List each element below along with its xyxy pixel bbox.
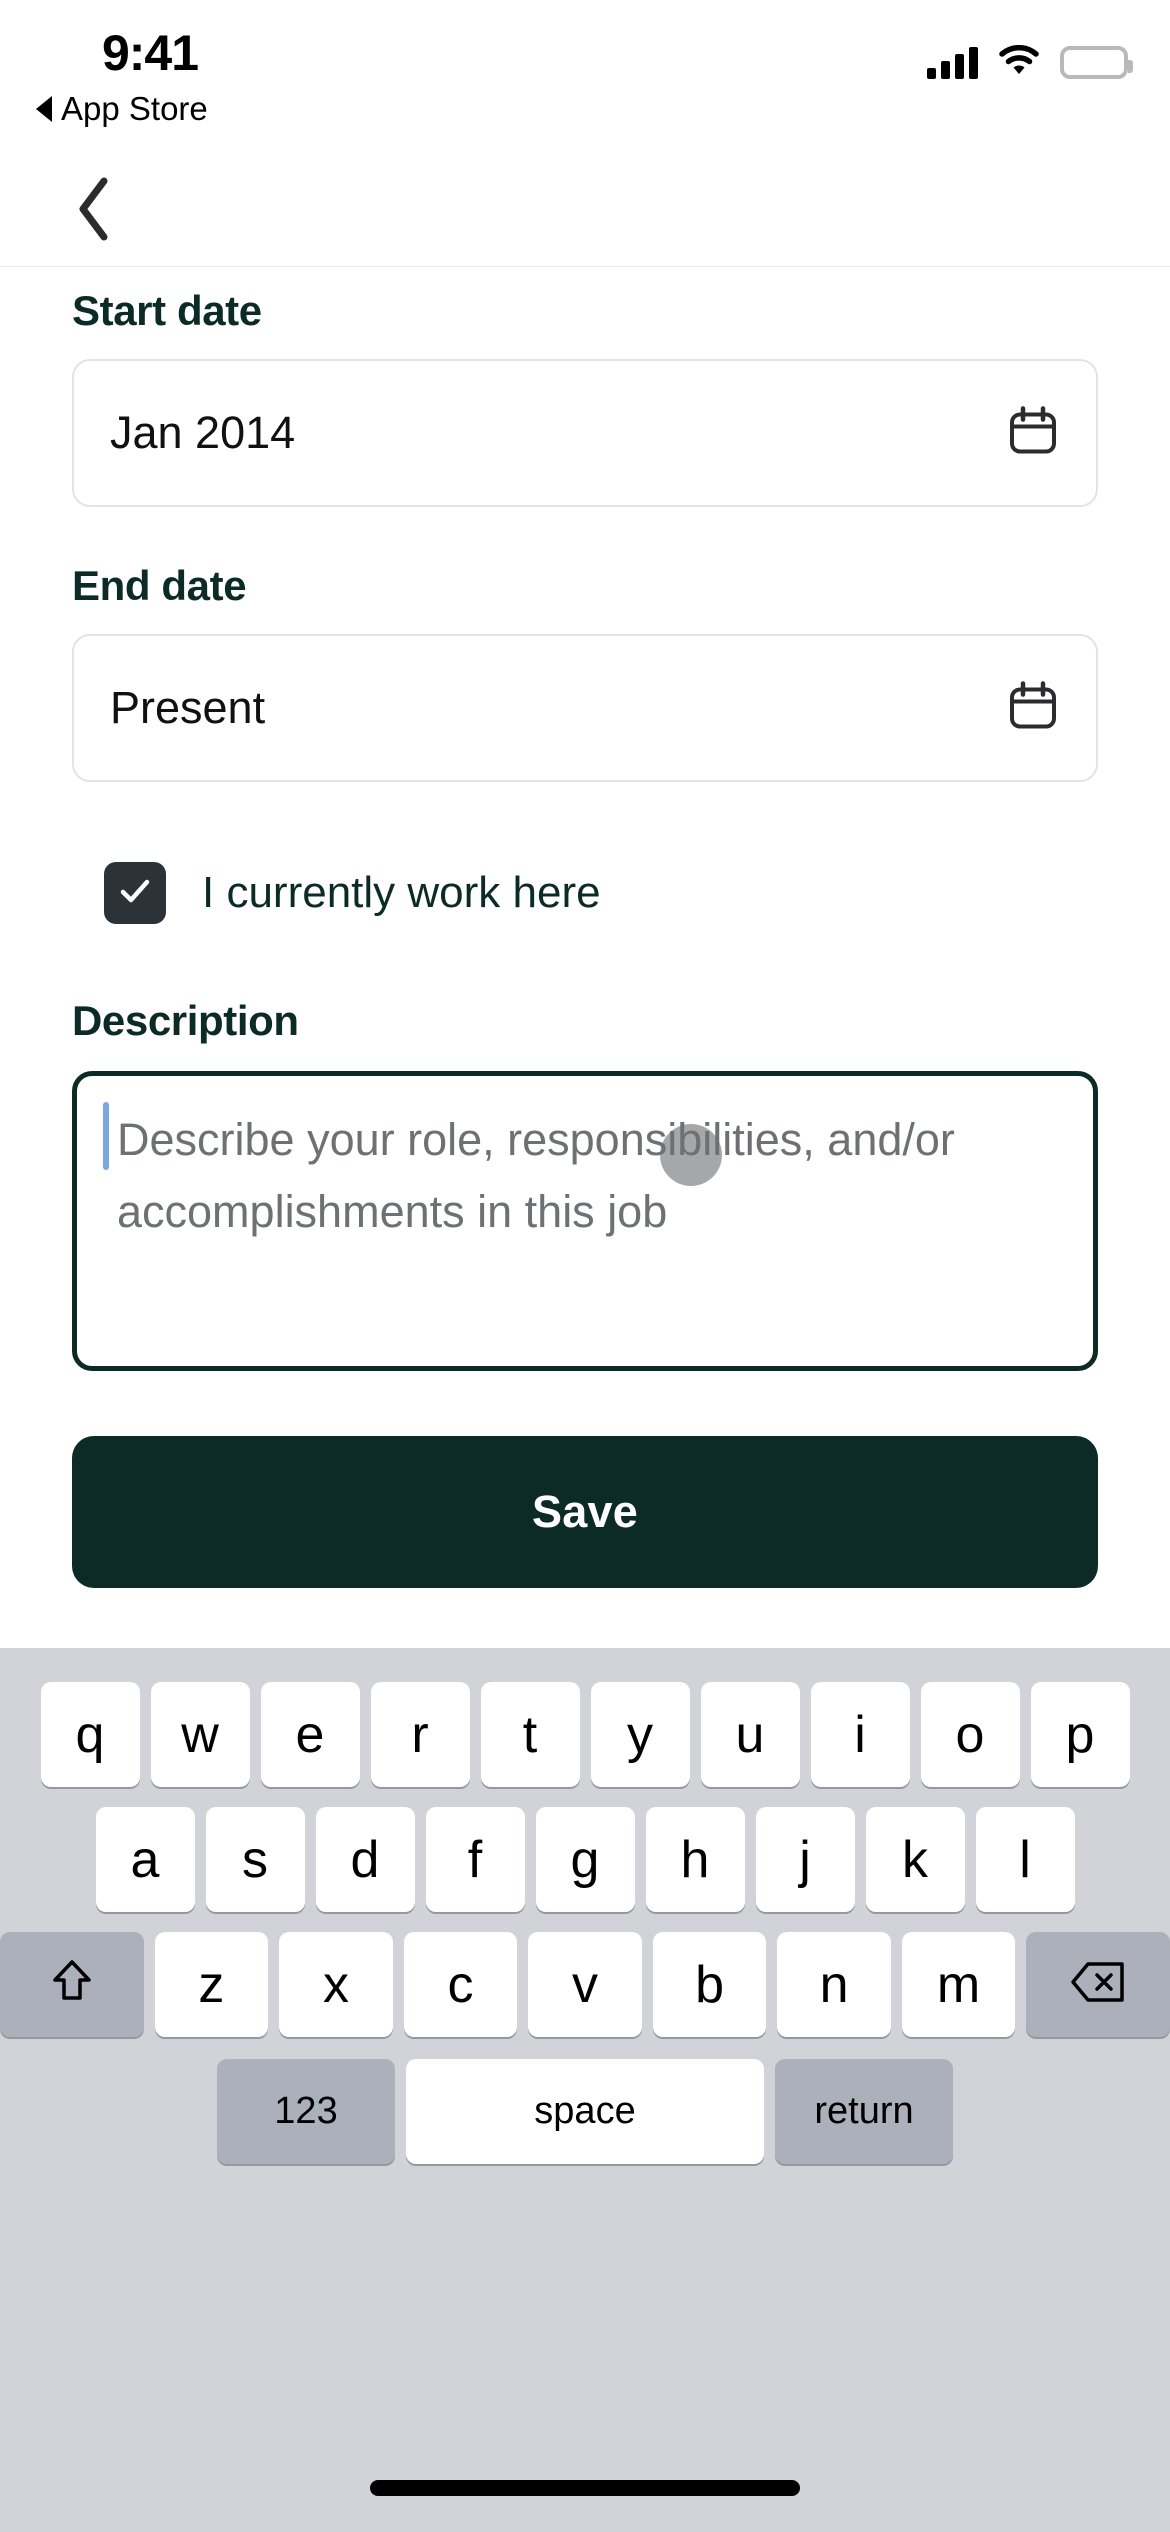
key-x[interactable]: x: [279, 1932, 393, 2037]
key-b[interactable]: b: [652, 1932, 767, 2037]
key-o[interactable]: o: [920, 1682, 1020, 1787]
status-back-to-app-store[interactable]: App Store: [36, 90, 208, 128]
start-date-input[interactable]: Jan 2014: [72, 359, 1098, 507]
status-back-app-label: App Store: [61, 90, 208, 127]
key-t[interactable]: t: [480, 1682, 580, 1787]
home-indicator[interactable]: [370, 2480, 800, 2496]
numbers-key[interactable]: 123: [217, 2059, 395, 2164]
key-d[interactable]: d: [315, 1807, 415, 1912]
phone-screen: 9:41 App Store Start date Jan 2014 End d…: [0, 0, 1170, 2532]
start-date-label: Start date: [72, 287, 262, 334]
keyboard-row-1: q w e r t y u i o p: [0, 1648, 1170, 1787]
calendar-icon[interactable]: [1006, 679, 1060, 738]
chevron-left-icon: [73, 174, 117, 249]
key-q[interactable]: q: [40, 1682, 140, 1787]
description-field-group: Description Describe your role, responsi…: [72, 997, 1098, 1371]
backspace-key[interactable]: [1026, 1932, 1170, 2037]
currently-work-here-label: I currently work here: [202, 868, 601, 917]
triangle-left-icon: [36, 96, 52, 122]
key-w[interactable]: w: [150, 1682, 250, 1787]
key-r[interactable]: r: [370, 1682, 470, 1787]
end-date-field-group: End date Present: [72, 562, 1098, 782]
key-n[interactable]: n: [777, 1932, 891, 2037]
key-l[interactable]: l: [975, 1807, 1075, 1912]
currently-work-here-row[interactable]: I currently work here: [104, 862, 601, 924]
return-key[interactable]: return: [775, 2059, 953, 2164]
key-y[interactable]: y: [590, 1682, 690, 1787]
navigation-bar: [0, 148, 1170, 266]
key-a[interactable]: a: [95, 1807, 195, 1912]
status-time: 9:41: [101, 25, 199, 81]
keyboard-row-3: z x c v b n m: [0, 1912, 1170, 2037]
save-button-label: Save: [532, 1486, 638, 1537]
on-screen-keyboard[interactable]: q w e r t y u i o p a s d f g h j k l z …: [0, 1648, 1170, 2532]
calendar-icon[interactable]: [1006, 404, 1060, 463]
key-i[interactable]: i: [810, 1682, 910, 1787]
form-scroll-area[interactable]: Start date Jan 2014 End date Present I c…: [0, 266, 1170, 1621]
end-date-value: Present: [110, 682, 266, 733]
key-g[interactable]: g: [535, 1807, 635, 1912]
currently-work-here-checkbox[interactable]: [104, 862, 166, 924]
key-p[interactable]: p: [1030, 1682, 1130, 1787]
save-button[interactable]: Save: [72, 1436, 1098, 1588]
shift-up-arrow-icon: [48, 1956, 96, 2013]
key-v[interactable]: v: [528, 1932, 642, 2037]
keyboard-row-2: a s d f g h j k l: [0, 1787, 1170, 1912]
end-date-label: End date: [72, 562, 247, 609]
key-z[interactable]: z: [154, 1932, 269, 2037]
back-button[interactable]: [60, 176, 130, 246]
shift-key[interactable]: [0, 1932, 144, 2037]
wifi-icon: [999, 45, 1039, 80]
status-indicators: [927, 45, 1133, 80]
description-textarea[interactable]: Describe your role, responsibilities, an…: [72, 1071, 1098, 1371]
description-label: Description: [72, 997, 299, 1044]
description-placeholder: Describe your role, responsibilities, an…: [117, 1114, 955, 1237]
key-k[interactable]: k: [865, 1807, 965, 1912]
key-m[interactable]: m: [901, 1932, 1016, 2037]
touch-indicator: [660, 1124, 722, 1186]
text-cursor: [103, 1102, 109, 1170]
key-j[interactable]: j: [755, 1807, 855, 1912]
key-s[interactable]: s: [205, 1807, 305, 1912]
key-h[interactable]: h: [645, 1807, 745, 1912]
key-u[interactable]: u: [700, 1682, 800, 1787]
cellular-signal-icon: [927, 46, 978, 79]
battery-full-icon: [1060, 46, 1133, 79]
start-date-field-group: Start date Jan 2014: [72, 287, 1098, 507]
status-bar: 9:41 App Store: [0, 0, 1170, 148]
key-f[interactable]: f: [425, 1807, 525, 1912]
checkmark-icon: [115, 871, 155, 916]
keyboard-row-4: 123 space return: [0, 2037, 1170, 2164]
key-e[interactable]: e: [260, 1682, 360, 1787]
space-key[interactable]: space: [406, 2059, 764, 2164]
key-c[interactable]: c: [403, 1932, 518, 2037]
backspace-delete-icon: [1070, 1960, 1126, 2009]
start-date-value: Jan 2014: [110, 407, 296, 458]
end-date-input[interactable]: Present: [72, 634, 1098, 782]
